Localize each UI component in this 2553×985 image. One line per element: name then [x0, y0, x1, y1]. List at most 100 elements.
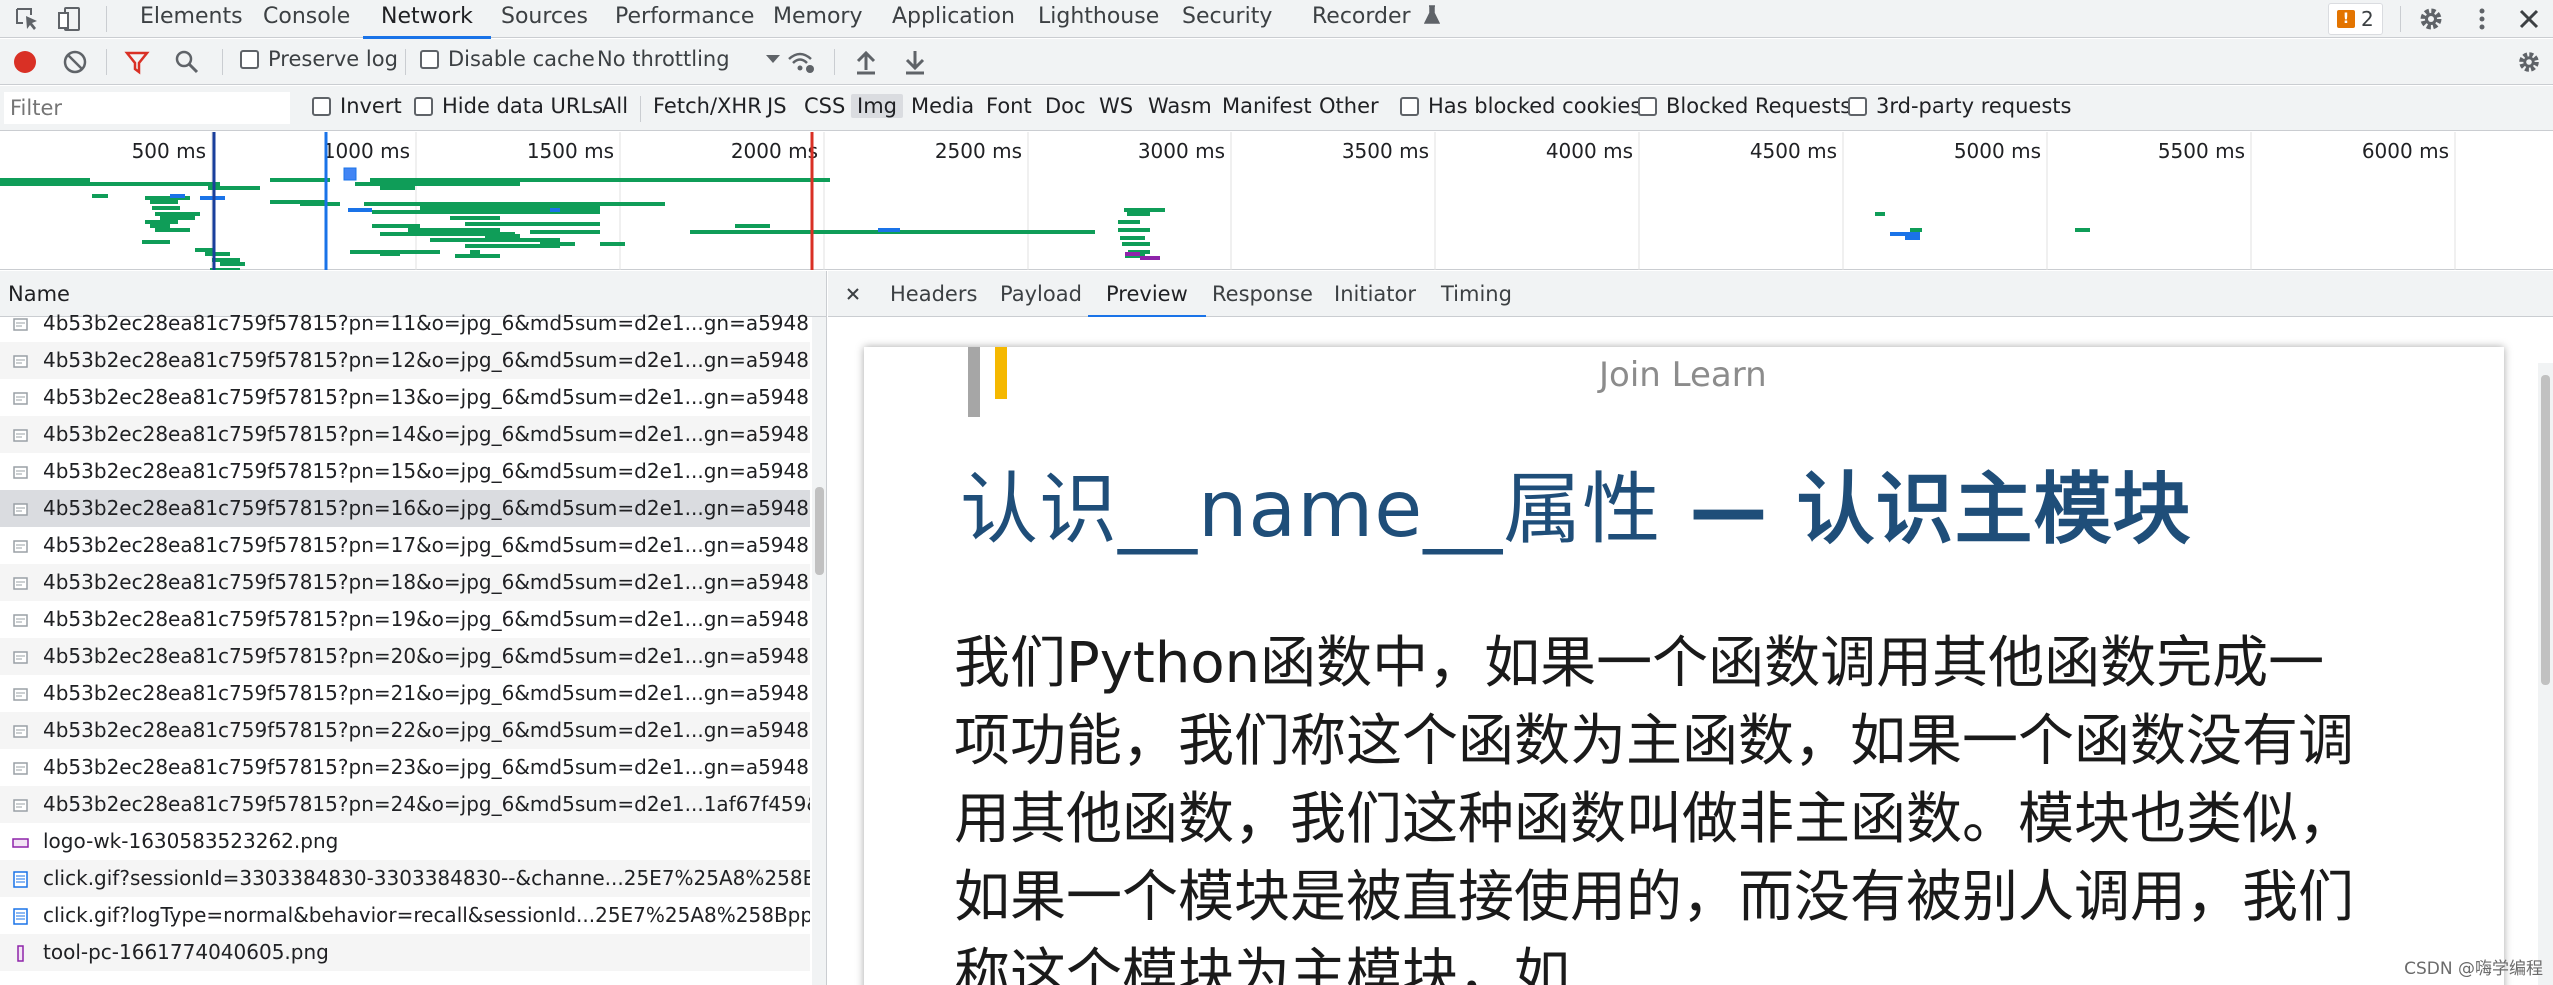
request-row[interactable]: 4b53b2ec28ea81c759f57815?pn=16&o=jpg_6&m… — [0, 490, 810, 527]
request-row[interactable]: logo-wk-1630583523262.png — [0, 823, 810, 860]
timeline-tick-label: 1500 ms — [527, 139, 614, 163]
scrollbar-thumb[interactable] — [815, 487, 824, 575]
network-settings-gear-icon[interactable] — [2515, 48, 2543, 76]
tab-initiator[interactable]: Initiator — [1334, 271, 1416, 317]
import-har-icon[interactable] — [853, 48, 879, 76]
close-details-icon[interactable] — [846, 287, 860, 301]
document-file-icon — [13, 392, 28, 405]
tab-recorder[interactable]: Recorder — [1312, 0, 1440, 38]
timeline-request-bar — [455, 254, 500, 258]
tab-timing[interactable]: Timing — [1441, 271, 1512, 317]
request-row[interactable]: 4b53b2ec28ea81c759f57815?pn=21&o=jpg_6&m… — [0, 675, 810, 712]
timeline-tick-label: 4000 ms — [1546, 139, 1633, 163]
tab-memory[interactable]: Memory — [773, 0, 862, 38]
tab-response[interactable]: Response — [1212, 271, 1313, 317]
tab-elements[interactable]: Elements — [140, 0, 243, 38]
network-overview-timeline[interactable]: 500 ms 1000 ms 1500 ms 2000 ms 2500 ms 3000 m… — [0, 132, 2553, 270]
tab-performance[interactable]: Performance — [615, 0, 754, 38]
request-row[interactable]: click.gif?logType=normal&behavior=recall… — [0, 897, 810, 934]
request-row[interactable]: 4b53b2ec28ea81c759f57815?pn=11&o=jpg_6&m… — [0, 305, 810, 342]
request-row[interactable]: tool-pc-1661774040605.png — [0, 934, 810, 971]
request-name: click.gif?sessionId=3303384830-330338483… — [43, 866, 810, 890]
preview-scrollbar[interactable] — [2538, 363, 2553, 985]
timeline-tick-label: 4500 ms — [1750, 139, 1837, 163]
record-icon[interactable] — [12, 49, 38, 75]
filter-input[interactable] — [4, 92, 290, 124]
slide-accent-bar-gray — [968, 347, 980, 417]
checkbox-box — [1400, 96, 1419, 116]
network-conditions-icon[interactable] — [786, 49, 816, 75]
request-row[interactable]: 4b53b2ec28ea81c759f57815?pn=13&o=jpg_6&m… — [0, 379, 810, 416]
request-row[interactable]: 4b53b2ec28ea81c759f57815?pn=14&o=jpg_6&m… — [0, 416, 810, 453]
issues-counter-button[interactable]: ! 2 — [2328, 3, 2383, 35]
type-filter-other[interactable]: Other — [1319, 94, 1379, 118]
document-file-icon — [13, 355, 28, 368]
timeline-tick-label: 3000 ms — [1138, 139, 1225, 163]
request-row[interactable]: 4b53b2ec28ea81c759f57815?pn=15&o=jpg_6&m… — [0, 453, 810, 490]
timeline-tick-label: 5000 ms — [1954, 139, 2041, 163]
type-filter-all[interactable]: All — [602, 94, 628, 118]
device-toolbar-icon[interactable] — [56, 4, 86, 34]
inspect-element-icon[interactable] — [12, 4, 42, 34]
disable-cache-checkbox[interactable]: Disable cache — [420, 47, 595, 71]
request-row[interactable]: 4b53b2ec28ea81c759f57815?pn=24&o=jpg_6&m… — [0, 786, 810, 823]
timeline-request-bar — [0, 182, 220, 186]
document-file-icon — [13, 725, 28, 738]
timeline-blue-bar — [550, 208, 560, 212]
clear-icon[interactable] — [62, 49, 88, 75]
timeline-blue-bar — [878, 228, 900, 232]
timeline-request-bar — [600, 178, 830, 182]
slide-accent-bar-yellow — [995, 347, 1007, 399]
tab-lighthouse[interactable]: Lighthouse — [1038, 0, 1159, 38]
timeline-request-bar — [155, 228, 190, 232]
timeline-request-bar — [485, 234, 520, 238]
throttling-select[interactable]: No throttling — [597, 47, 782, 71]
request-row[interactable]: 4b53b2ec28ea81c759f57815?pn=17&o=jpg_6&m… — [0, 527, 810, 564]
request-name: logo-wk-1630583523262.png — [43, 829, 339, 853]
type-filter-img[interactable]: Img — [851, 94, 903, 118]
timeline-request-bar — [420, 206, 600, 210]
third-party-checkbox[interactable]: 3rd-party requests — [1848, 94, 2071, 118]
request-row[interactable]: click.gif?sessionId=3303384830-330338483… — [0, 860, 810, 897]
export-har-icon[interactable] — [902, 48, 928, 76]
request-row[interactable]: 4b53b2ec28ea81c759f57815?pn=23&o=jpg_6&m… — [0, 749, 810, 786]
request-list-scrollbar[interactable] — [812, 317, 826, 985]
type-filter-media[interactable]: Media — [911, 94, 974, 118]
tab-sources[interactable]: Sources — [501, 0, 588, 38]
type-filter-font[interactable]: Font — [986, 94, 1032, 118]
scrollbar-thumb[interactable] — [2541, 375, 2550, 685]
tab-console[interactable]: Console — [263, 0, 350, 38]
request-row[interactable]: 4b53b2ec28ea81c759f57815?pn=20&o=jpg_6&m… — [0, 638, 810, 675]
type-filter-fetch-xhr[interactable]: Fetch/XHR — [653, 94, 762, 118]
timeline-request-bar — [1910, 228, 1922, 232]
has-blocked-cookies-checkbox[interactable]: Has blocked cookies — [1400, 94, 1641, 118]
more-options-icon[interactable] — [2467, 4, 2497, 34]
type-filter-doc[interactable]: Doc — [1045, 94, 1086, 118]
request-row[interactable]: 4b53b2ec28ea81c759f57815?pn=22&o=jpg_6&m… — [0, 712, 810, 749]
document-file-icon — [13, 799, 28, 812]
search-icon[interactable] — [174, 49, 200, 75]
checkbox-box — [414, 96, 433, 116]
type-filter-js[interactable]: JS — [767, 94, 787, 118]
tab-payload[interactable]: Payload — [1000, 271, 1082, 317]
timeline-tick-label: 5500 ms — [2158, 139, 2245, 163]
type-filter-wasm[interactable]: Wasm — [1148, 94, 1212, 118]
tab-security[interactable]: Security — [1182, 0, 1272, 38]
filter-icon[interactable] — [124, 49, 150, 75]
request-row[interactable]: 4b53b2ec28ea81c759f57815?pn=19&o=jpg_6&m… — [0, 601, 810, 638]
request-row[interactable]: 4b53b2ec28ea81c759f57815?pn=12&o=jpg_6&m… — [0, 342, 810, 379]
settings-gear-icon[interactable] — [2416, 4, 2446, 34]
invert-checkbox[interactable]: Invert — [312, 94, 402, 118]
type-filter-manifest[interactable]: Manifest — [1222, 94, 1312, 118]
preserve-log-checkbox[interactable]: Preserve log — [240, 47, 398, 71]
blocked-requests-checkbox[interactable]: Blocked Requests — [1638, 94, 1851, 118]
tab-headers[interactable]: Headers — [890, 271, 977, 317]
type-filter-css[interactable]: CSS — [804, 94, 845, 118]
tab-preview[interactable]: Preview — [1088, 271, 1206, 318]
request-row[interactable]: 4b53b2ec28ea81c759f57815?pn=18&o=jpg_6&m… — [0, 564, 810, 601]
tab-network[interactable]: Network — [363, 0, 491, 39]
hide-data-urls-checkbox[interactable]: Hide data URLs — [414, 94, 603, 118]
tab-application[interactable]: Application — [892, 0, 1015, 38]
close-devtools-icon[interactable] — [2514, 4, 2544, 34]
type-filter-ws[interactable]: WS — [1099, 94, 1133, 118]
